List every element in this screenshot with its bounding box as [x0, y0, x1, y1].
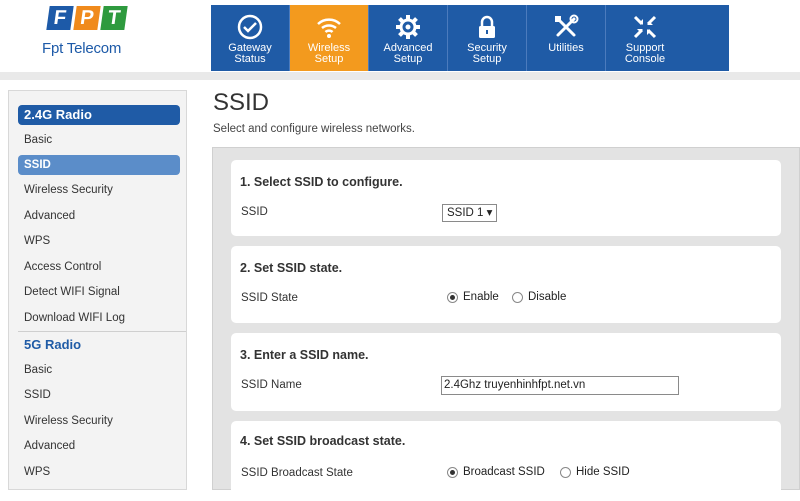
nav-label-line2: Setup	[393, 53, 423, 65]
card-ssid-state: 2. Set SSID state. SSID State Enable Dis…	[231, 246, 781, 323]
nav-label-line2: Setup	[314, 53, 344, 65]
nav-advanced-setup[interactable]: Advanced Setup	[369, 5, 447, 71]
lock-icon	[479, 15, 495, 38]
settings-panel: 1. Select SSID to configure. SSID SSID 1…	[212, 147, 800, 501]
sidebar-section-2g[interactable]: 2.4G Radio	[18, 105, 180, 125]
radio-dot	[512, 291, 523, 303]
nav-gateway-status[interactable]: Gateway Status	[211, 5, 289, 71]
card-select-ssid: 1. Select SSID to configure. SSID SSID 1…	[231, 160, 781, 236]
nav-utilities[interactable]: Utilities	[527, 5, 605, 71]
ssid-broadcast-label: SSID Broadcast State	[241, 467, 353, 479]
sidebar-item-wireless-security[interactable]: Wireless Security	[18, 180, 180, 200]
sidebar-item-detect-wifi-signal[interactable]: Detect WIFI Signal	[18, 282, 180, 302]
card-ssid-name: 3. Enter a SSID name. SSID Name 2.4Ghz t…	[231, 333, 781, 411]
sidebar-item-5g-advanced[interactable]: Advanced	[18, 436, 180, 456]
arrows-in-icon	[633, 15, 657, 39]
tools-icon	[555, 14, 579, 37]
gear-icon	[396, 15, 420, 39]
wifi-icon	[317, 18, 341, 38]
radio-disable[interactable]: Disable	[512, 291, 566, 303]
check-circle-icon	[237, 14, 263, 40]
fpt-logo: F P T Fpt Telecom	[42, 6, 132, 68]
nav-security-setup[interactable]: Security Setup	[448, 5, 526, 71]
sidebar-item-5g-wireless-security[interactable]: Wireless Security	[18, 411, 180, 431]
ssid-state-label: SSID State	[241, 292, 298, 304]
sidebar-item-5g-basic[interactable]: Basic	[18, 360, 180, 380]
sidebar-divider	[18, 331, 186, 332]
logo-tile-f: F	[46, 6, 74, 30]
radio-enable[interactable]: Enable	[447, 291, 499, 303]
nav-label-line1: Utilities	[548, 42, 584, 54]
sidebar-item-wps[interactable]: WPS	[18, 231, 180, 251]
page-subtitle: Select and configure wireless networks.	[213, 123, 415, 135]
nav-label-line2: Status	[234, 53, 266, 65]
ssid-select[interactable]: SSID 1 ▾	[442, 204, 498, 222]
radio-label: Disable	[528, 291, 567, 303]
main-nav: Gateway Status Wireless Setup Advanced Setu…	[211, 5, 729, 71]
nav-support-console[interactable]: Support Console	[606, 5, 684, 71]
page-title: SSID	[213, 89, 270, 116]
radio-dot-checked	[447, 291, 458, 303]
sidebar: 2.4G Radio Basic SSID Wireless Security …	[8, 90, 187, 490]
logo-tile-p: P	[73, 6, 101, 30]
sidebar-item-download-wifi-log[interactable]: Download WIFI Log	[18, 308, 180, 328]
nav-label-line2: Console	[624, 53, 666, 65]
card-heading: 1. Select SSID to configure.	[240, 175, 403, 189]
ssid-name-label: SSID Name	[241, 379, 302, 391]
nav-wireless-setup[interactable]: Wireless Setup	[290, 5, 368, 71]
sidebar-item-basic[interactable]: Basic	[18, 130, 180, 150]
header: F P T Fpt Telecom Gateway Status Wireless…	[0, 0, 800, 72]
radio-label: Hide SSID	[576, 466, 630, 478]
card-heading: 3. Enter a SSID name.	[240, 348, 369, 362]
brand-name: Fpt Telecom	[42, 40, 122, 57]
radio-dot	[560, 466, 571, 478]
card-heading: 4. Set SSID broadcast state.	[240, 434, 406, 448]
card-ssid-broadcast: 4. Set SSID broadcast state. SSID Broadc…	[231, 421, 781, 501]
sidebar-item-access-control[interactable]: Access Control	[18, 257, 180, 277]
radio-hide-ssid[interactable]: Hide SSID	[560, 466, 630, 478]
header-divider	[0, 72, 800, 80]
radio-broadcast-ssid[interactable]: Broadcast SSID	[447, 466, 545, 478]
sidebar-item-advanced[interactable]: Advanced	[18, 206, 180, 226]
radio-dot-checked	[447, 466, 458, 478]
radio-label: Broadcast SSID	[463, 466, 545, 478]
ssid-name-input[interactable]: 2.4Ghz truyenhinhfpt.net.vn	[441, 376, 679, 395]
logo-tile-t: T	[100, 6, 128, 30]
sidebar-item-5g-wps[interactable]: WPS	[18, 462, 180, 482]
sidebar-item-5g-ssid[interactable]: SSID	[18, 385, 180, 405]
radio-label: Enable	[463, 291, 499, 303]
card-heading: 2. Set SSID state.	[240, 261, 343, 275]
nav-label-line2: Setup	[472, 53, 502, 65]
sidebar-section-5g[interactable]: 5G Radio	[18, 335, 180, 355]
sidebar-item-ssid[interactable]: SSID	[18, 155, 180, 175]
ssid-label: SSID	[241, 206, 268, 218]
